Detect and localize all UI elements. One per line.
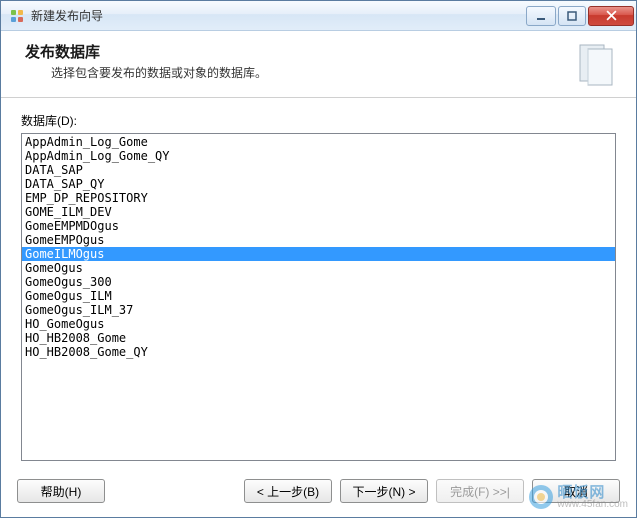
list-item[interactable]: DATA_SAP (22, 163, 615, 177)
list-item[interactable]: HO_HB2008_Gome_QY (22, 345, 615, 359)
header-graphic-icon (574, 41, 620, 87)
wizard-header: 发布数据库 选择包含要发布的数据或对象的数据库。 (1, 31, 636, 98)
list-item[interactable]: GomeOgus_ILM (22, 289, 615, 303)
maximize-button[interactable] (558, 6, 586, 26)
window-title: 新建发布向导 (31, 7, 526, 24)
header-title: 发布数据库 (25, 41, 564, 62)
list-item[interactable]: GomeOgus_ILM_37 (22, 303, 615, 317)
list-item[interactable]: GOME_ILM_DEV (22, 205, 615, 219)
help-button[interactable]: 帮助(H) (17, 479, 105, 503)
list-item[interactable]: AppAdmin_Log_Gome_QY (22, 149, 615, 163)
titlebar: 新建发布向导 (1, 1, 636, 31)
list-item[interactable]: GomeEMPMDOgus (22, 219, 615, 233)
finish-button: 完成(F) >>| (436, 479, 524, 503)
next-button[interactable]: 下一步(N) > (340, 479, 428, 503)
list-item[interactable]: HO_HB2008_Gome (22, 331, 615, 345)
list-item[interactable]: GomeOgus (22, 261, 615, 275)
minimize-button[interactable] (526, 6, 556, 26)
list-item[interactable]: EMP_DP_REPOSITORY (22, 191, 615, 205)
list-item[interactable]: GomeOgus_300 (22, 275, 615, 289)
list-item[interactable]: GomeEMPOgus (22, 233, 615, 247)
list-item[interactable]: GomeILMOgus (22, 247, 615, 261)
list-item[interactable]: DATA_SAP_QY (22, 177, 615, 191)
list-item[interactable]: AppAdmin_Log_Gome (22, 135, 615, 149)
content-area: 数据库(D): AppAdmin_Log_GomeAppAdmin_Log_Go… (1, 98, 636, 469)
database-listbox[interactable]: AppAdmin_Log_GomeAppAdmin_Log_Gome_QYDAT… (21, 133, 616, 461)
close-button[interactable] (588, 6, 634, 26)
window-controls (526, 6, 634, 26)
header-subtitle: 选择包含要发布的数据或对象的数据库。 (25, 64, 564, 81)
back-button[interactable]: < 上一步(B) (244, 479, 332, 503)
cancel-button[interactable]: 取消 (532, 479, 620, 503)
header-text: 发布数据库 选择包含要发布的数据或对象的数据库。 (25, 41, 564, 81)
database-list-label: 数据库(D): (21, 112, 616, 129)
list-item[interactable]: HO_GomeOgus (22, 317, 615, 331)
app-icon (9, 8, 25, 24)
wizard-window: 新建发布向导 发布数据库 选择包含要发布的数据或对象的数据库。 (0, 0, 637, 518)
footer: 帮助(H) < 上一步(B) 下一步(N) > 完成(F) >>| 取消 (1, 469, 636, 517)
